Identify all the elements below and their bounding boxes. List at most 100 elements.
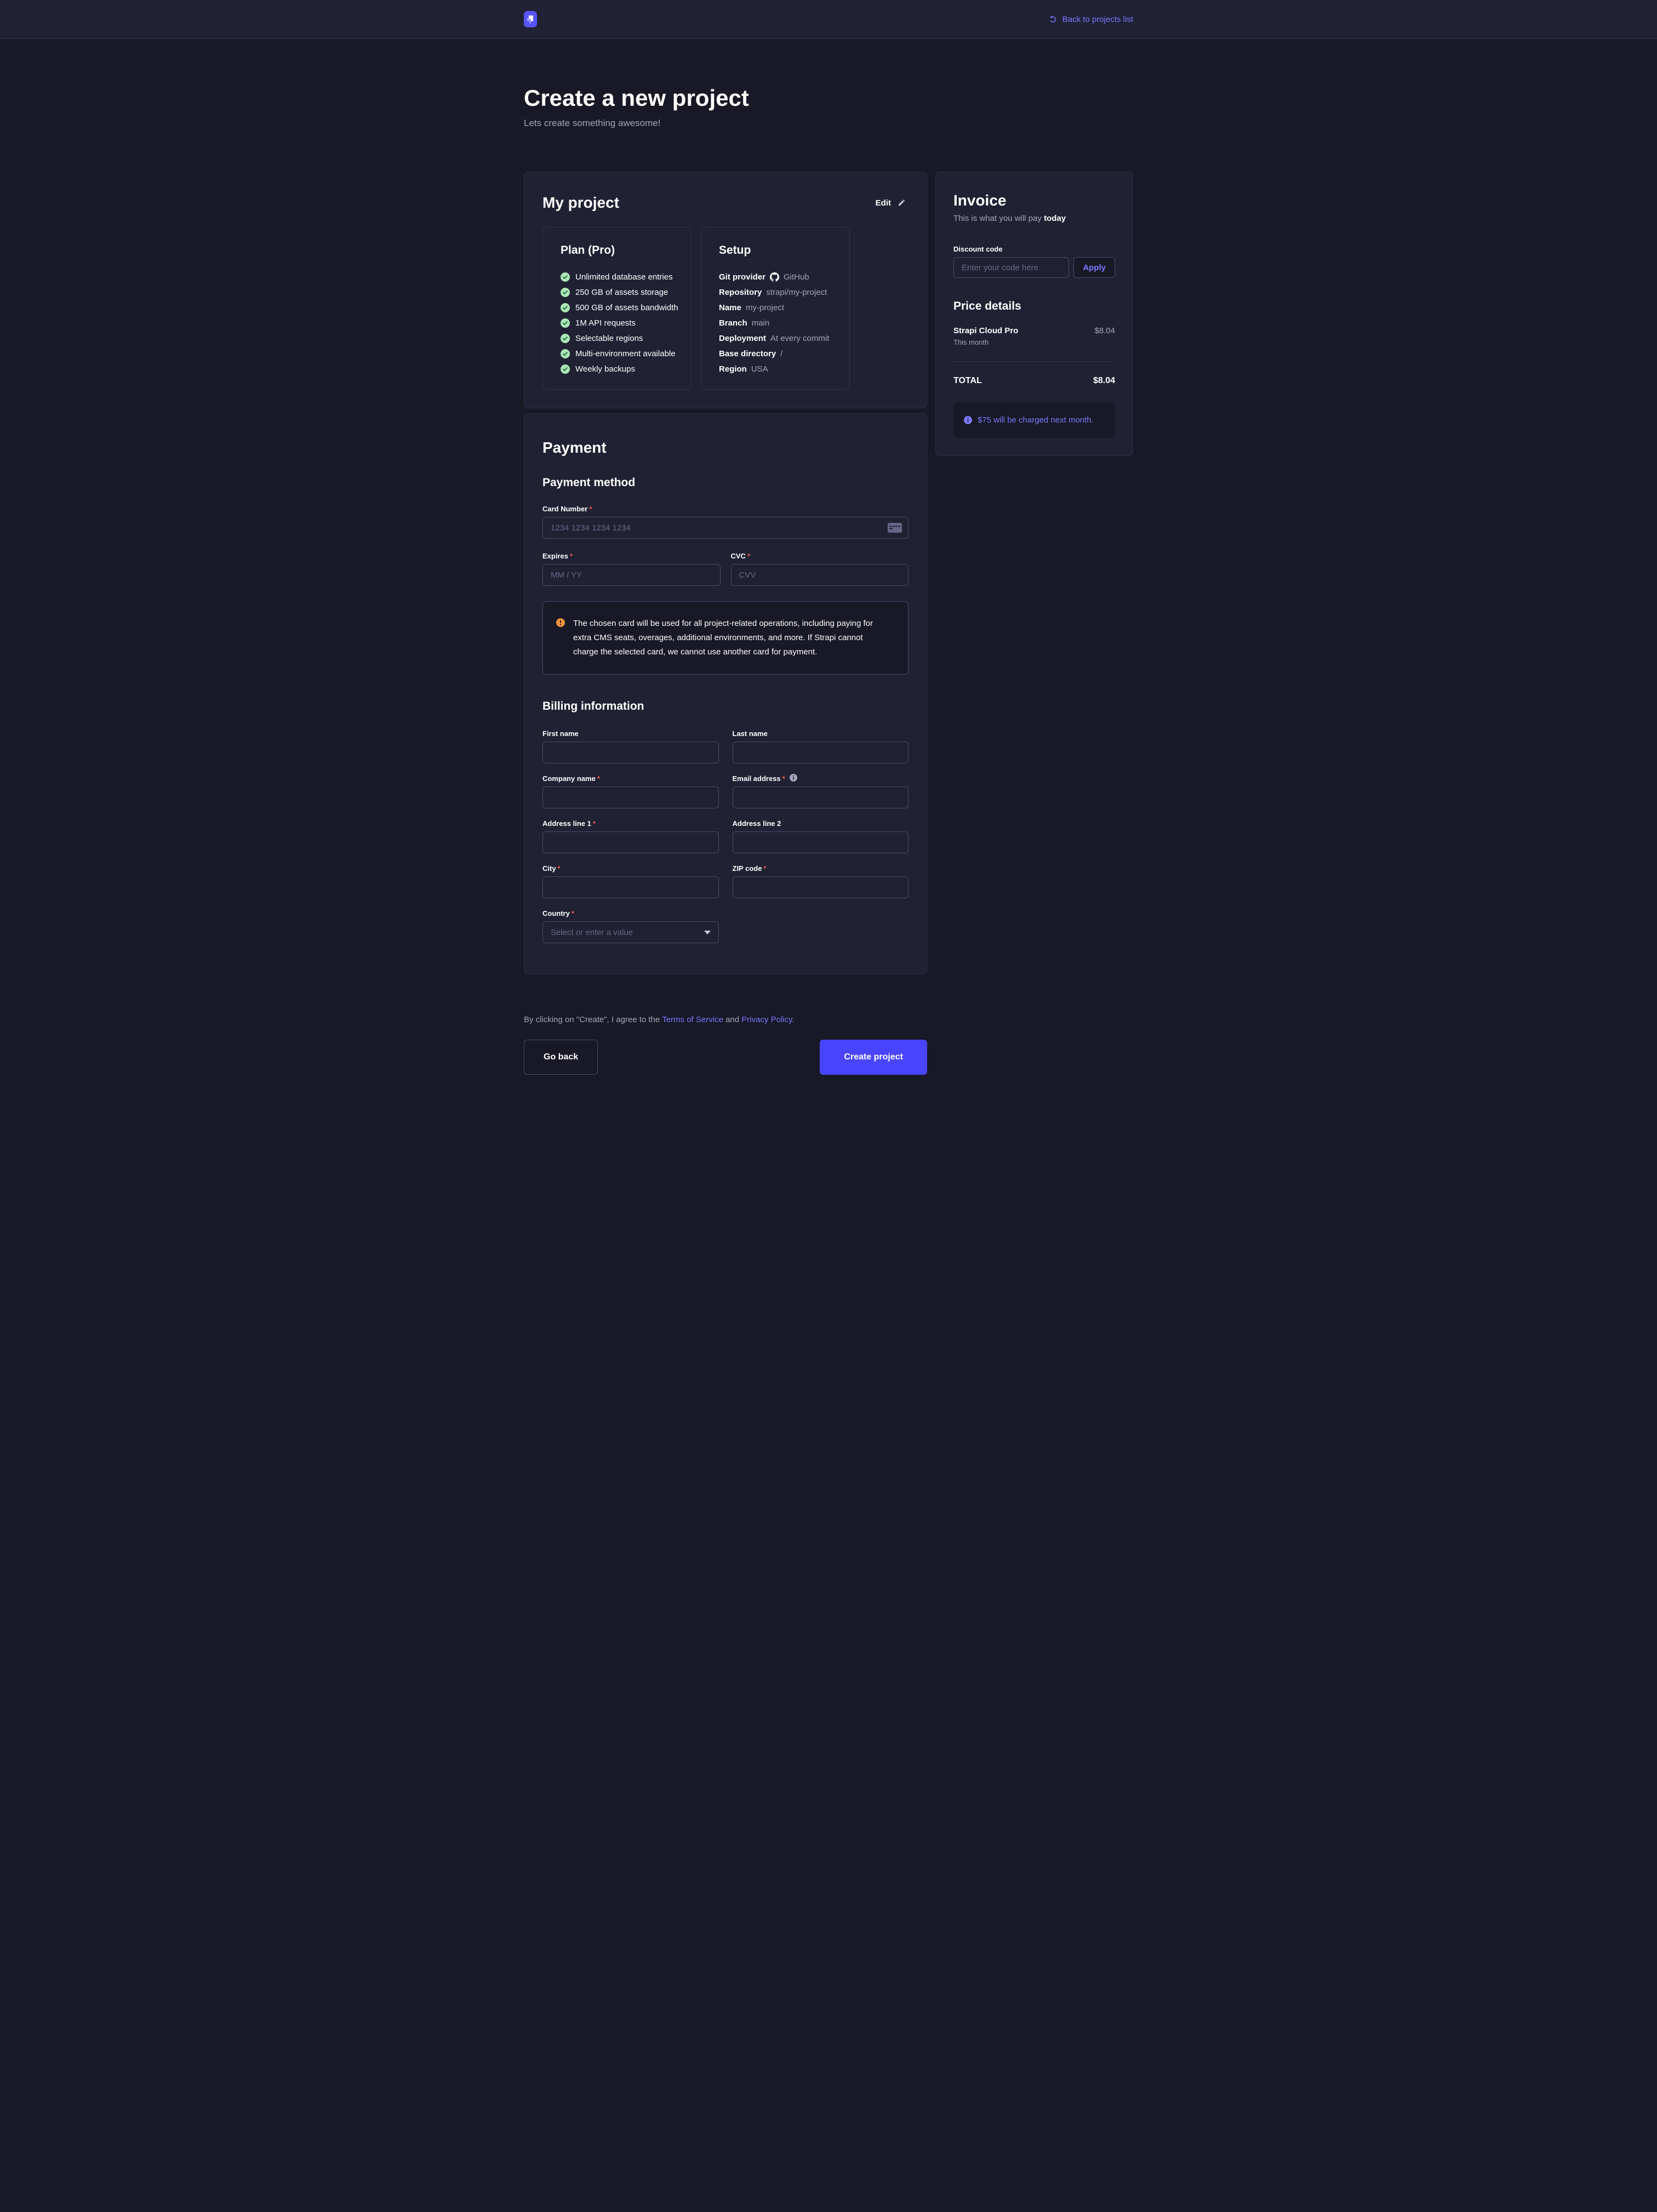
setup-row: Name my-project <box>719 300 839 315</box>
zip-code-field: ZIP code* <box>733 864 909 898</box>
discount-code-input[interactable] <box>953 257 1069 278</box>
plan-feature: Weekly backups <box>561 361 681 377</box>
privacy-policy-link[interactable]: Privacy Policy <box>741 1015 792 1024</box>
company-name-input[interactable] <box>542 786 719 808</box>
city-label-text: City <box>542 864 556 873</box>
cvc-label-text: CVC <box>731 552 746 560</box>
billing-title: Billing information <box>542 700 909 713</box>
discount-code-label: Discount code <box>953 245 1115 253</box>
total-label: TOTAL <box>953 376 982 386</box>
top-bar: Back to projects list <box>0 0 1657 39</box>
create-project-button[interactable]: Create project <box>820 1040 927 1075</box>
required-star: * <box>570 552 573 560</box>
setup-row: Base directory / <box>719 346 839 361</box>
expires-label-text: Expires <box>542 552 568 560</box>
back-to-projects-link[interactable]: Back to projects list <box>1049 15 1133 24</box>
city-input[interactable] <box>542 876 719 898</box>
terms-of-service-link[interactable]: Terms of Service <box>662 1015 723 1024</box>
setup-row-value: strapi/my-project <box>766 288 827 297</box>
email-address-label: Email address* <box>733 774 909 783</box>
invoice-divider <box>953 361 1115 362</box>
setup-row: Branch main <box>719 315 839 330</box>
email-address-input[interactable] <box>733 786 909 808</box>
expires-input[interactable] <box>542 564 721 586</box>
setup-row-label: Branch <box>719 318 747 328</box>
first-name-label-text: First name <box>542 729 579 738</box>
invoice-subtitle-prefix: This is what you will pay <box>953 214 1044 223</box>
last-name-field: Last name <box>733 729 909 763</box>
card-number-label-text: Card Number <box>542 505 587 513</box>
expires-label: Expires* <box>542 552 721 560</box>
company-name-field: Company name* <box>542 774 719 808</box>
expires-field: Expires* <box>542 552 721 586</box>
plan-feature: Selectable regions <box>561 330 681 346</box>
zip-code-label-text: ZIP code <box>733 864 762 873</box>
plan-feature: 1M API requests <box>561 315 681 330</box>
plan-feature-label: Selectable regions <box>575 334 643 343</box>
plan-feature: Multi-environment available <box>561 346 681 361</box>
required-star: * <box>589 505 592 513</box>
plan-feature-label: 500 GB of assets bandwidth <box>575 303 678 312</box>
country-label: Country* <box>542 909 719 917</box>
address-line1-field: Address line 1* <box>542 819 719 853</box>
address-line2-label: Address line 2 <box>733 819 909 828</box>
line-item-period: This month <box>953 338 1115 346</box>
terms-period: . <box>792 1015 795 1024</box>
required-star: * <box>558 864 561 873</box>
go-back-button[interactable]: Go back <box>524 1040 598 1075</box>
total-amount: $8.04 <box>1093 376 1115 386</box>
card-number-input[interactable] <box>542 517 909 539</box>
setup-row-label: Name <box>719 303 741 312</box>
address-line1-input[interactable] <box>542 831 719 853</box>
card-number-label: Card Number* <box>542 505 909 513</box>
credit-card-icon <box>888 523 902 533</box>
plan-box: Plan (Pro) Unlimited database entries 25… <box>542 227 692 390</box>
first-name-input[interactable] <box>542 742 719 763</box>
plan-feature: 500 GB of assets bandwidth <box>561 300 681 315</box>
company-name-label: Company name* <box>542 774 719 783</box>
check-circle-icon <box>561 318 570 328</box>
address-line2-label-text: Address line 2 <box>733 819 781 828</box>
required-star: * <box>763 864 766 873</box>
my-project-card: My project Edit Plan (Pro) <box>524 172 927 408</box>
chevron-down-icon <box>704 931 711 934</box>
card-usage-notice: The chosen card will be used for all pro… <box>542 601 909 675</box>
setup-row-value: USA <box>751 364 768 374</box>
address-line2-input[interactable] <box>733 831 909 853</box>
check-circle-icon <box>561 364 570 374</box>
setup-row-label: Deployment <box>719 334 766 343</box>
apply-button[interactable]: Apply <box>1073 257 1115 278</box>
plan-title: Plan (Pro) <box>561 244 681 257</box>
terms-prefix: By clicking on "Create", I agree to the <box>524 1015 662 1024</box>
setup-row-value: GitHub <box>784 272 809 282</box>
strapi-logo-icon[interactable] <box>524 11 537 27</box>
setup-row-label: Git provider <box>719 272 765 282</box>
cvc-label: CVC* <box>731 552 909 560</box>
country-select[interactable]: Select or enter a value <box>542 921 719 943</box>
cvc-field: CVC* <box>731 552 909 586</box>
setup-row: Deployment At every commit <box>719 330 839 346</box>
address-line2-field: Address line 2 <box>733 819 909 853</box>
payment-card: Payment Payment method Card Number* <box>524 413 927 974</box>
required-star: * <box>572 909 574 917</box>
card-usage-notice-text: The chosen card will be used for all pro… <box>573 617 890 659</box>
pencil-icon <box>897 199 905 207</box>
address-line1-label: Address line 1* <box>542 819 719 828</box>
cvc-input[interactable] <box>731 564 909 586</box>
email-address-field: Email address* <box>733 774 909 808</box>
city-label: City* <box>542 864 719 873</box>
invoice-card: Invoice This is what you will pay today … <box>935 172 1133 456</box>
last-name-input[interactable] <box>733 742 909 763</box>
address-line1-label-text: Address line 1 <box>542 819 591 828</box>
required-star: * <box>593 819 596 828</box>
strapi-mark-icon <box>525 13 535 26</box>
zip-code-input[interactable] <box>733 876 909 898</box>
check-circle-icon <box>561 272 570 282</box>
invoice-subtitle-emphasis: today <box>1044 214 1066 223</box>
setup-row-value: main <box>752 318 770 328</box>
setup-row-label: Repository <box>719 288 762 297</box>
info-icon <box>964 416 972 424</box>
edit-button[interactable]: Edit <box>872 198 909 208</box>
line-item-amount: $8.04 <box>1094 326 1115 335</box>
plan-feature-label: Weekly backups <box>575 364 635 374</box>
